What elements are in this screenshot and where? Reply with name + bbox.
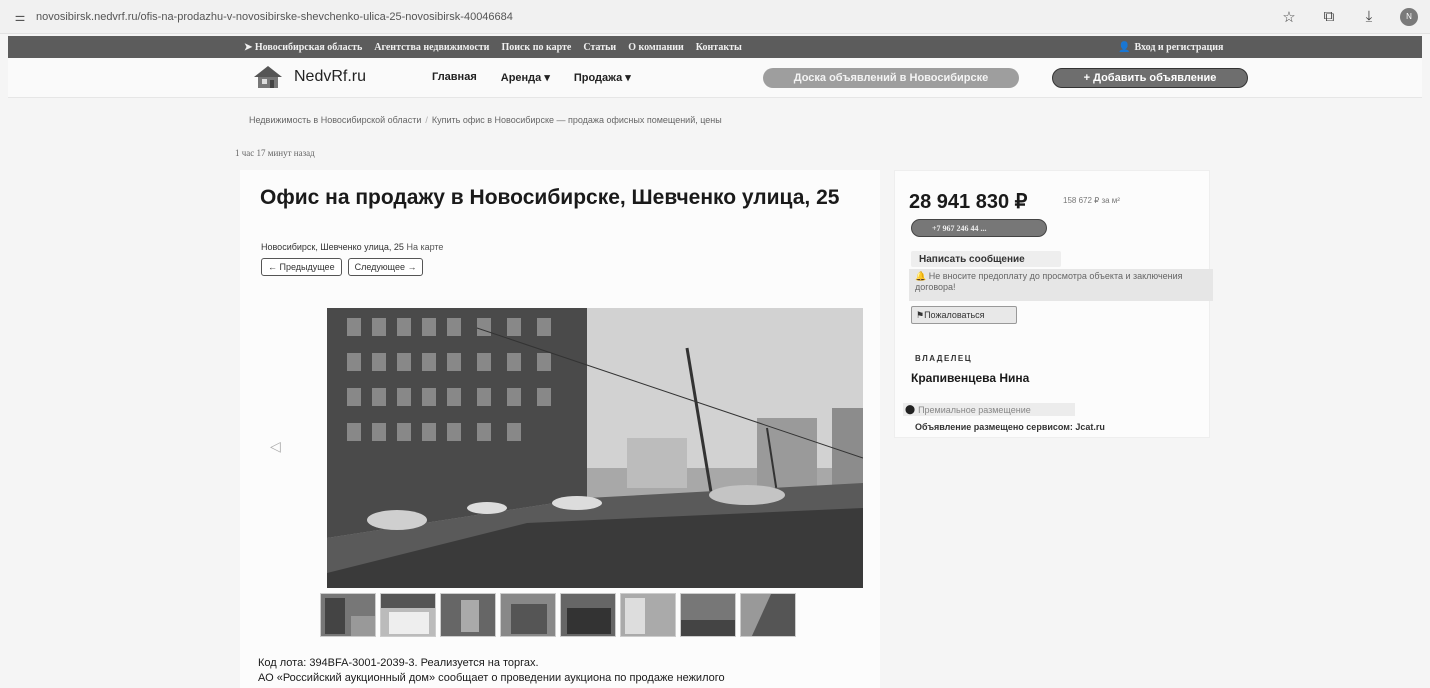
breadcrumb: Недвижимость в Новосибирской области / Куп… [249,115,722,125]
price-value: 28 941 830 ₽ [909,191,1028,213]
user-icon: 👤 [1118,41,1131,53]
browser-toolbar: ⚌ novosibirsk.nedvrf.ru/ofis-na-prodazhu… [0,0,1430,34]
thumbnail[interactable] [500,593,556,637]
show-phone-button[interactable]: +7 967 246 44 ... [911,219,1047,237]
bell-icon: 🔔 [915,271,927,281]
download-icon[interactable]: ⤓ [1360,8,1378,25]
top-nav-agencies-link[interactable]: Агентства недвижимости [374,42,489,53]
nav-home[interactable]: Главная [432,71,477,84]
price-sidebar: 28 941 830 ₽ 158 672 ₽ за м² +7 967 246 … [894,170,1213,438]
login-link[interactable]: 👤 Вход и регистрация [1118,42,1223,53]
bookmark-star-icon[interactable]: ☆ [1280,8,1298,26]
warning-text: Не вносите предоплату до просмотра объек… [915,271,1183,292]
top-nav-map-search-link[interactable]: Поиск по карте [501,42,571,53]
add-listing-button[interactable]: + Добавить объявление [1052,68,1248,88]
nav-rent-dropdown[interactable]: Аренда ▾ [501,71,550,84]
previous-listing-button[interactable]: ← Предыдущее [261,258,342,276]
lot-code-text: Код лота: 394BFA-3001-2039-3. Реализуетс… [258,657,539,669]
service-attribution: Объявление размещено сервисом: Jcat.ru [915,422,1105,432]
listing-navigation: ← Предыдущее Следующее → [261,258,424,276]
prepayment-warning: 🔔 Не вносите предоплату до просмотра объ… [909,269,1213,301]
premium-label: Премиальное размещение [918,404,1031,415]
top-nav-contacts-link[interactable]: Контакты [696,42,742,53]
owner-name[interactable]: Крапивенцева Нина [911,371,1029,385]
site-header: NedvRf.ru Главная Аренда ▾ Продажа ▾ Дос… [8,58,1422,98]
listing-card: Офис на продажу в Новосибирске, Шевченко… [240,170,880,688]
listing-title: Офис на продажу в Новосибирске, Шевченко… [260,186,840,209]
extensions-icon[interactable]: ⧉ [1320,8,1338,25]
address-bar[interactable]: novosibirsk.nedvrf.ru/ofis-na-prodazhu-v… [36,11,1280,23]
posted-time: 1 час 17 минут назад [235,148,315,158]
browser-actions: ☆ ⧉ ⤓ N [1280,7,1418,26]
premium-placement-badge: ⬤ Премиальное размещение [903,403,1075,416]
top-nav-region-link[interactable]: ➤ Новосибирская область [244,42,362,53]
main-photo[interactable] [327,308,863,588]
thumbnail-strip [320,593,796,637]
main-navigation: Главная Аренда ▾ Продажа ▾ [432,71,631,84]
complain-button[interactable]: ⚑ Пожаловаться [911,306,1017,324]
thumbnail[interactable] [620,593,676,637]
show-on-map-link[interactable]: На карте [406,242,443,252]
owner-label: ВЛАДЕЛЕЦ [915,354,973,363]
thumbnail[interactable] [740,593,796,637]
profile-avatar[interactable]: N [1400,7,1418,26]
price-per-meter: 158 672 ₽ за м² [1063,196,1120,205]
next-listing-button[interactable]: Следующее → [347,258,424,276]
listing-address: Новосибирск, Шевченко улица, 25 На карте [261,242,443,252]
site-info-icon[interactable]: ⚌ [12,9,28,25]
nav-sale-dropdown[interactable]: Продажа ▾ [574,71,631,84]
top-navigation-bar: ➤ Новосибирская область Агентства недвиж… [8,36,1422,58]
breadcrumb-item-offices[interactable]: Купить офис в Новосибирске — продажа офи… [432,115,722,125]
thumbnail[interactable] [680,593,736,637]
address-text: Новосибирск, Шевченко улица, 25 [261,242,404,252]
write-message-button[interactable]: Написать сообщение [911,251,1061,267]
description-text: АО «Российский аукционный дом» сообщает … [258,672,725,684]
thumbnail[interactable] [380,593,436,637]
building-photo-image [327,308,863,588]
top-nav-links: ➤ Новосибирская область Агентства недвиж… [244,42,742,53]
logo-text: NedvRf.ru [294,68,367,85]
breadcrumb-separator: / [425,115,428,125]
thumbnail[interactable] [320,593,376,637]
top-nav-articles-link[interactable]: Статьи [583,42,616,53]
listings-board-button[interactable]: Доска объявлений в Новосибирске [763,68,1019,88]
thumbnail[interactable] [440,593,496,637]
premium-icon: ⬤ [905,404,916,414]
top-nav-about-link[interactable]: О компании [628,42,684,53]
breadcrumb-item-region[interactable]: Недвижимость в Новосибирской области [249,115,421,125]
thumbnail[interactable] [560,593,616,637]
site-logo[interactable]: NedvRf.ru [252,64,366,90]
login-label: Вход и регистрация [1134,41,1224,53]
gallery-prev-arrow-icon[interactable]: ◁ [270,438,281,455]
house-logo-icon [254,66,282,88]
flag-icon: ⚑ [916,309,925,320]
complain-label: Пожаловаться [924,310,985,320]
